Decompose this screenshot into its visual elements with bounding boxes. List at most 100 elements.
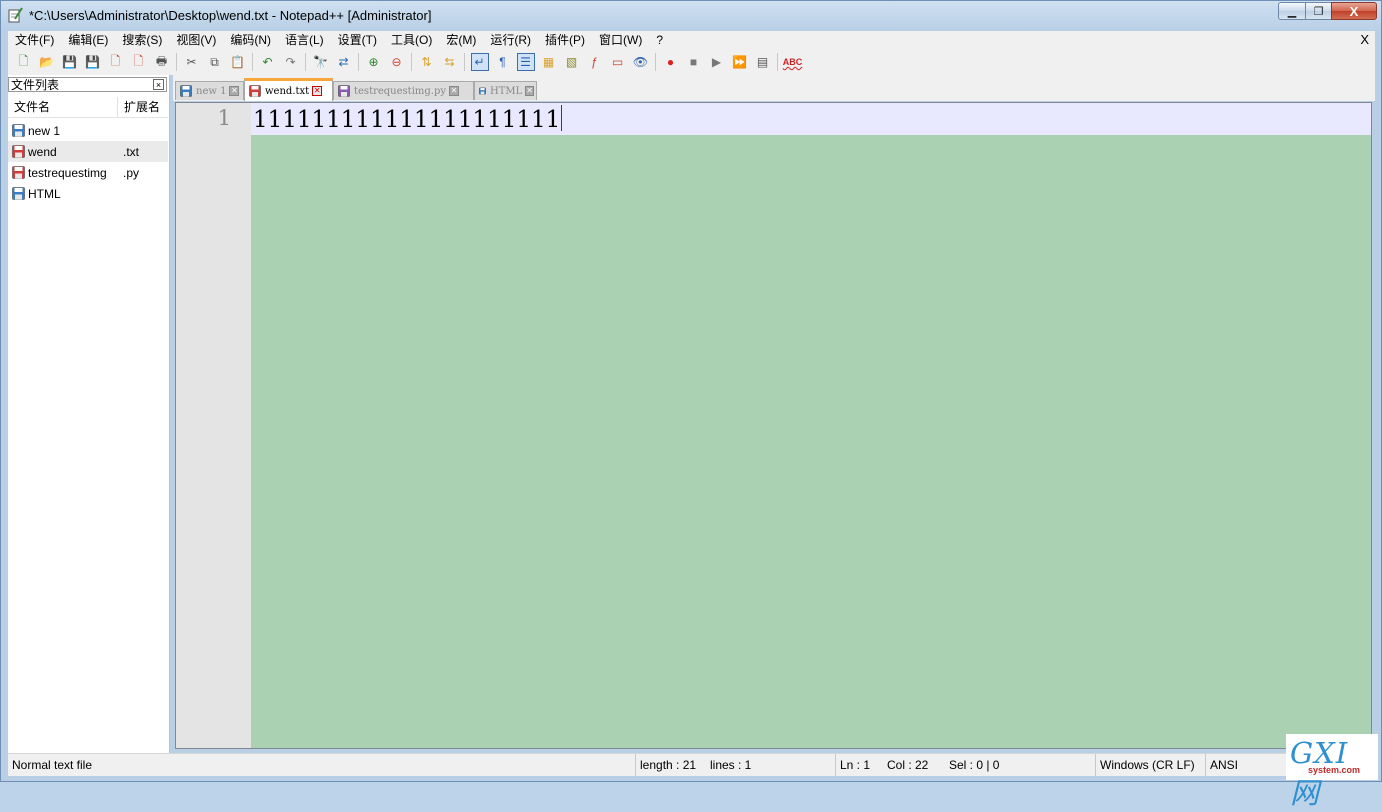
undo-icon[interactable]: ↶ bbox=[259, 53, 277, 71]
maximize-button[interactable]: ❐ bbox=[1305, 2, 1331, 20]
notepad-window: *C:\Users\Administrator\Desktop\wend.txt… bbox=[0, 0, 1382, 782]
column-header-name[interactable]: 文件名 bbox=[8, 97, 118, 117]
window-title: *C:\Users\Administrator\Desktop\wend.txt… bbox=[29, 8, 432, 23]
close-document-button[interactable]: X bbox=[1360, 31, 1369, 49]
line-number-gutter: 1 bbox=[176, 103, 251, 748]
file-list-item[interactable]: testrequestimg .py bbox=[8, 162, 168, 183]
new-file-icon[interactable]: 🗋 bbox=[15, 53, 33, 71]
print-icon[interactable]: 🖶 bbox=[153, 53, 171, 71]
file-save-icon bbox=[12, 187, 25, 200]
menu-item-5[interactable]: 语言(L) bbox=[278, 31, 331, 49]
doc-map-icon[interactable]: ▧ bbox=[563, 53, 581, 71]
redo-icon[interactable]: ↷ bbox=[282, 53, 300, 71]
save-icon[interactable]: 💾 bbox=[61, 53, 79, 71]
file-list-item[interactable]: new 1 bbox=[8, 120, 168, 141]
toolbar-separator bbox=[411, 53, 412, 71]
stop-macro-icon[interactable]: ■ bbox=[685, 53, 703, 71]
minimize-button[interactable]: ▁ bbox=[1278, 2, 1305, 20]
close-all-icon[interactable]: 🗋 bbox=[130, 53, 148, 71]
save-macro-icon[interactable]: ▤ bbox=[754, 53, 772, 71]
play-macro-icon[interactable]: ▶ bbox=[708, 53, 726, 71]
watermark-site: system.com bbox=[1308, 765, 1361, 775]
tab-0[interactable]: new 1 ✕ bbox=[175, 81, 244, 100]
menu-item-2[interactable]: 搜索(S) bbox=[115, 31, 169, 49]
tab-save-icon bbox=[180, 85, 192, 97]
file-ext: .py bbox=[123, 165, 140, 180]
monitoring-icon[interactable]: 👁 bbox=[632, 53, 650, 71]
file-list-panel: 文件列表 × 文件名 扩展名 new 1 wend .txt testrequesti… bbox=[8, 75, 170, 753]
file-name: wend bbox=[28, 144, 57, 159]
zoom-in-icon[interactable]: ⊕ bbox=[365, 53, 383, 71]
toolbar-separator bbox=[655, 53, 656, 71]
tab-1[interactable]: wend.txt ✕ bbox=[244, 78, 333, 101]
line-number: 1 bbox=[217, 106, 231, 130]
tab-2[interactable]: testrequestimg.py ✕ bbox=[333, 81, 474, 100]
tab-label: wend.txt bbox=[265, 85, 310, 97]
tab-save-icon bbox=[338, 85, 350, 97]
menu-item-12[interactable]: ? bbox=[649, 31, 670, 49]
editor-line-text: 111111111111111111111 bbox=[253, 107, 561, 133]
menu-item-9[interactable]: 运行(R) bbox=[483, 31, 538, 49]
tab-label: HTML bbox=[490, 85, 523, 97]
file-list-header: 文件名 扩展名 bbox=[8, 97, 168, 118]
menu-item-10[interactable]: 插件(P) bbox=[538, 31, 592, 49]
menu-item-11[interactable]: 窗口(W) bbox=[592, 31, 649, 49]
tab-close-icon[interactable]: ✕ bbox=[449, 86, 460, 96]
tab-close-icon[interactable]: ✕ bbox=[312, 86, 323, 96]
close-window-button[interactable]: X bbox=[1331, 2, 1377, 20]
menu-item-3[interactable]: 视图(V) bbox=[169, 31, 223, 49]
toolbar-separator bbox=[358, 53, 359, 71]
menu-item-1[interactable]: 编辑(E) bbox=[61, 31, 115, 49]
minimize-icon: ▁ bbox=[1287, 5, 1297, 18]
notepad-app-icon bbox=[8, 7, 23, 23]
editor-line[interactable]: 111111111111111111111 bbox=[253, 105, 563, 133]
file-name: HTML bbox=[28, 186, 61, 201]
menu-item-7[interactable]: 工具(O) bbox=[384, 31, 439, 49]
replace-icon[interactable]: ⇄ bbox=[335, 53, 353, 71]
menu-item-8[interactable]: 宏(M) bbox=[439, 31, 483, 49]
save-all-icon[interactable]: 💾 bbox=[84, 53, 102, 71]
copy-icon[interactable]: ⧉ bbox=[206, 53, 224, 71]
file-save-icon bbox=[12, 124, 25, 137]
find-icon[interactable]: 🔭 bbox=[312, 53, 330, 71]
file-list-item[interactable]: wend .txt bbox=[8, 141, 168, 162]
tab-label: testrequestimg.py bbox=[354, 85, 447, 97]
toolbar-separator bbox=[464, 53, 465, 71]
status-encoding[interactable]: ANSI bbox=[1205, 754, 1285, 776]
language-icon[interactable]: ▦ bbox=[540, 53, 558, 71]
tab-3[interactable]: HTML ✕ bbox=[474, 81, 537, 100]
file-list-item[interactable]: HTML bbox=[8, 183, 168, 204]
panel-close-button[interactable]: × bbox=[153, 79, 164, 90]
tab-close-icon[interactable]: ✕ bbox=[525, 86, 534, 96]
menu-item-6[interactable]: 设置(T) bbox=[331, 31, 384, 49]
sync-vertical-icon[interactable]: ⇅ bbox=[418, 53, 436, 71]
folder-workspace-icon[interactable]: ▭ bbox=[609, 53, 627, 71]
menu-item-0[interactable]: 文件(F) bbox=[8, 31, 61, 49]
menu-item-4[interactable]: 编码(N) bbox=[223, 31, 278, 49]
tab-close-icon[interactable]: ✕ bbox=[229, 86, 240, 96]
cut-icon[interactable]: ✂ bbox=[183, 53, 201, 71]
editor-area[interactable]: 1 111111111111111111111 bbox=[175, 102, 1372, 749]
status-eol[interactable]: Windows (CR LF) bbox=[1095, 754, 1205, 776]
record-macro-icon[interactable]: ● bbox=[662, 53, 680, 71]
open-file-icon[interactable]: 📂 bbox=[38, 53, 56, 71]
run-macro-multiple-icon[interactable]: ⏩ bbox=[731, 53, 749, 71]
toolbar-separator bbox=[777, 53, 778, 71]
title-bar[interactable]: *C:\Users\Administrator\Desktop\wend.txt… bbox=[1, 1, 1381, 30]
function-list-icon[interactable]: ƒ bbox=[586, 53, 604, 71]
panel-title: 文件列表 bbox=[11, 78, 60, 92]
show-all-chars-icon[interactable]: ¶ bbox=[494, 53, 512, 71]
tab-label: new 1 bbox=[196, 85, 227, 97]
zoom-out-icon[interactable]: ⊖ bbox=[388, 53, 406, 71]
column-header-ext[interactable]: 扩展名 bbox=[118, 97, 168, 117]
spell-check-icon[interactable]: ABC bbox=[783, 53, 803, 71]
indent-guide-icon[interactable]: ☰ bbox=[516, 53, 535, 71]
file-name: testrequestimg bbox=[28, 165, 107, 180]
sync-horizontal-icon[interactable]: ⇆ bbox=[441, 53, 459, 71]
file-save-icon bbox=[12, 145, 25, 158]
site-watermark: GXI网 system.com bbox=[1286, 734, 1378, 810]
close-file-icon[interactable]: 🗋 bbox=[107, 53, 125, 71]
paste-icon[interactable]: 📋 bbox=[229, 53, 247, 71]
file-ext: .txt bbox=[123, 144, 140, 159]
word-wrap-icon[interactable]: ↵ bbox=[470, 53, 489, 71]
